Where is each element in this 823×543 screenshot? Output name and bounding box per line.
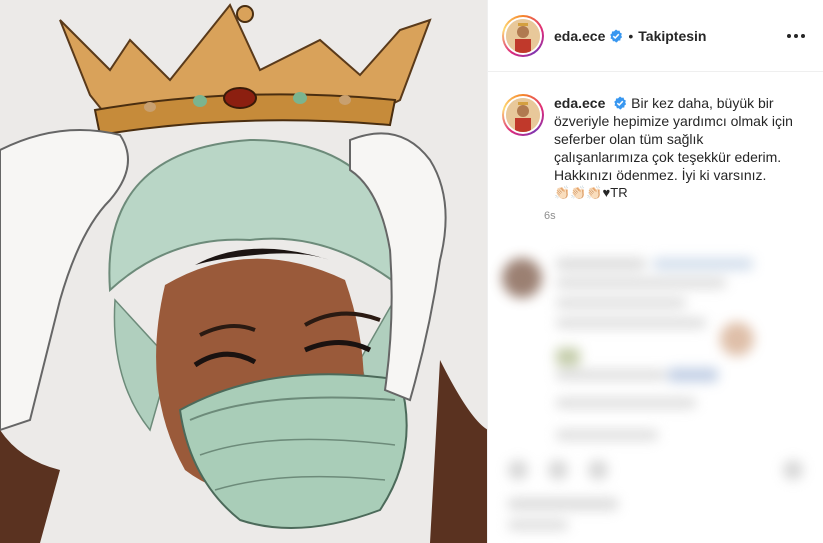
caption-body: eda.ece Bir kez daha, büyük bir özveriyl… — [554, 94, 799, 202]
post-side-panel: eda.ece • Takiptesin eda.ece Bir kez dah… — [488, 0, 823, 543]
more-options-icon[interactable] — [783, 28, 809, 44]
separator-dot: • — [628, 27, 634, 44]
post-timestamp[interactable]: 6s — [544, 210, 823, 222]
healthcare-worker-illustration — [0, 0, 487, 543]
avatar[interactable] — [506, 18, 540, 53]
verified-badge-icon — [613, 96, 627, 110]
follow-status-button[interactable]: Takiptesin — [638, 28, 706, 44]
caption-emojis: 👏🏻👏🏻👏🏻♥TR — [554, 185, 628, 200]
caption-avatar[interactable] — [506, 98, 540, 132]
caption-username[interactable]: eda.ece — [554, 95, 605, 111]
verified-badge-icon — [609, 29, 623, 43]
header-username[interactable]: eda.ece — [554, 28, 605, 44]
post-header: eda.ece • Takiptesin — [488, 0, 823, 72]
caption: eda.ece Bir kez daha, büyük bir özveriyl… — [488, 72, 823, 202]
instagram-post: eda.ece • Takiptesin eda.ece Bir kez dah… — [0, 0, 823, 543]
post-image[interactable] — [0, 0, 488, 543]
caption-story-ring[interactable] — [502, 94, 544, 136]
story-ring[interactable] — [502, 14, 544, 57]
blurred-comments-area — [488, 240, 823, 543]
